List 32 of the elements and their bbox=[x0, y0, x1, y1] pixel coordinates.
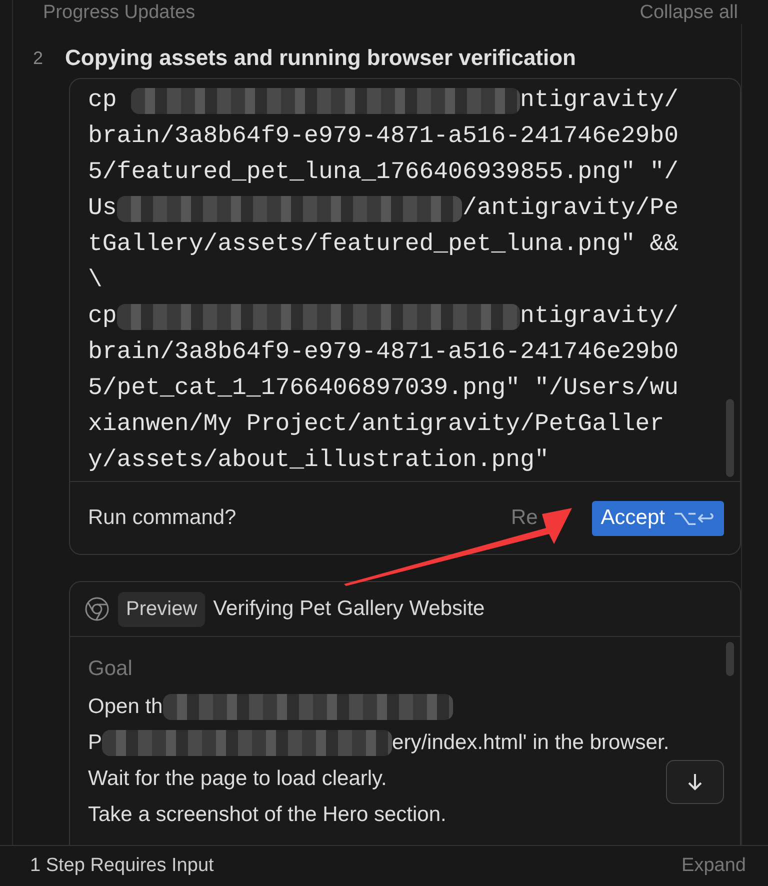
code-line: \ bbox=[88, 266, 104, 296]
code-line: cp ntigravity/ bbox=[88, 86, 678, 116]
goal-line: P ery/index.html' in the browser. bbox=[88, 729, 670, 758]
collapse-all-link[interactable]: Collapse all bbox=[640, 2, 738, 24]
code-line: brain/3a8b64f9-e979-4871-a516-241746e29b0 bbox=[88, 122, 678, 152]
scrollbar[interactable] bbox=[726, 642, 734, 676]
goal-line: Wait for the page to load clearly. bbox=[88, 766, 387, 792]
code-line: xianwen/My Project/antigravity/PetGaller bbox=[88, 410, 666, 440]
code-line: 5/featured_pet_luna_1766406939855.png" "/ bbox=[88, 158, 678, 188]
step-number: 2 bbox=[33, 48, 44, 68]
expand-link[interactable]: Expand bbox=[682, 855, 746, 877]
scrollbar[interactable] bbox=[726, 399, 734, 477]
browser-icon bbox=[84, 596, 110, 622]
code-line: brain/3a8b64f9-e979-4871-a516-241746e29b0 bbox=[88, 338, 678, 368]
code-line: tGallery/assets/featured_pet_luna.png" && bbox=[88, 230, 678, 260]
steps-status: 1 Step Requires Input bbox=[30, 855, 214, 877]
run-command-prompt: Run command? bbox=[88, 506, 236, 530]
down-arrow-icon bbox=[686, 772, 704, 792]
code-line: cp ntigravity/ bbox=[88, 302, 678, 332]
goal-line: Take a screenshot of the Hero section. bbox=[88, 802, 446, 828]
accept-button[interactable]: Accept ⌥↩ bbox=[592, 500, 724, 536]
preview-title: Verifying Pet Gallery Website bbox=[213, 597, 485, 621]
scroll-down-button[interactable] bbox=[666, 760, 724, 804]
section-title: Progress Updates bbox=[43, 2, 196, 24]
code-line: 5/pet_cat_1_1766406897039.png" "/Users/wu bbox=[88, 374, 678, 404]
reject-button[interactable]: Re bbox=[510, 506, 538, 530]
code-line: y/assets/about_illustration.png" bbox=[88, 446, 550, 476]
step-title: Copying assets and running browser verification bbox=[65, 45, 576, 71]
preview-badge: Preview bbox=[118, 592, 206, 626]
goal-line: Open th bbox=[88, 689, 453, 725]
code-line: Us /antigravity/Pe bbox=[88, 194, 678, 224]
goal-label: Goal bbox=[88, 657, 134, 682]
